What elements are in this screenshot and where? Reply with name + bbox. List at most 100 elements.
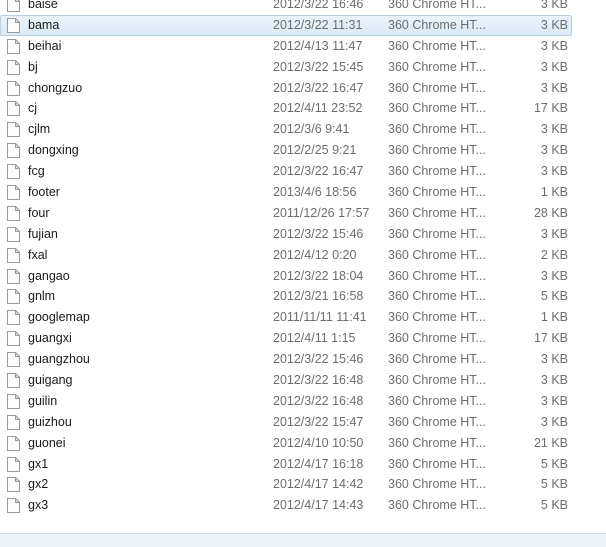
file-name: beihai: [28, 38, 62, 53]
file-type: 360 Chrome HT...: [388, 435, 486, 450]
file-row[interactable]: cj 2012/4/11 23:52 360 Chrome HT... 17 K…: [0, 98, 572, 119]
file-size: 3 KB: [540, 122, 568, 137]
file-size: 3 KB: [540, 226, 568, 241]
file-date-modified: 2012/2/25 9:21: [273, 143, 357, 158]
file-date-modified: 2012/3/6 9:41: [273, 122, 350, 137]
document-icon: [7, 289, 20, 305]
file-row[interactable]: guizhou 2012/3/22 15:47 360 Chrome HT...…: [0, 412, 572, 433]
file-row[interactable]: four 2011/12/26 17:57 360 Chrome HT... 2…: [0, 203, 572, 224]
file-row-selected[interactable]: bama 2012/3/22 11:31 360 Chrome HT... 3 …: [0, 14, 572, 36]
file-date-modified: 2012/3/22 15:46: [273, 352, 364, 367]
file-type: 360 Chrome HT...: [388, 122, 486, 137]
file-type: 360 Chrome HT...: [388, 17, 486, 32]
file-type: 360 Chrome HT...: [388, 184, 486, 199]
document-icon: [7, 498, 20, 514]
file-row[interactable]: baise 2012/3/22 16:46 360 Chrome HT... 3…: [0, 0, 572, 15]
file-date-modified: 2012/3/22 15:47: [273, 414, 364, 429]
file-row[interactable]: fcg 2012/3/22 16:47 360 Chrome HT... 3 K…: [0, 161, 572, 182]
file-name: gx1: [28, 456, 49, 471]
document-icon: [7, 456, 20, 472]
document-icon: [7, 393, 20, 409]
document-icon: [7, 38, 20, 54]
document-icon: [7, 164, 20, 180]
file-size: 3 KB: [540, 164, 568, 179]
file-row[interactable]: beihai 2012/4/13 11:47 360 Chrome HT... …: [0, 36, 572, 57]
file-date-modified: 2012/3/22 15:45: [273, 59, 364, 74]
file-type: 360 Chrome HT...: [388, 331, 486, 346]
file-name: guangzhou: [28, 352, 90, 367]
file-name: guangxi: [28, 331, 72, 346]
file-type: 360 Chrome HT...: [388, 268, 486, 283]
file-type: 360 Chrome HT...: [388, 372, 486, 387]
file-list-pane[interactable]: baise 2012/3/22 16:46 360 Chrome HT... 3…: [0, 0, 606, 547]
file-size: 3 KB: [540, 414, 568, 429]
file-name: guilin: [28, 393, 58, 408]
file-row[interactable]: chongzuo 2012/3/22 16:47 360 Chrome HT..…: [0, 78, 572, 99]
file-name: baise: [28, 0, 58, 11]
file-row[interactable]: gx2 2012/4/17 14:42 360 Chrome HT... 5 K…: [0, 474, 572, 495]
file-row[interactable]: googlemap 2011/11/11 11:41 360 Chrome HT…: [0, 307, 572, 328]
file-type: 360 Chrome HT...: [388, 477, 486, 492]
file-type: 360 Chrome HT...: [388, 0, 486, 11]
file-size: 3 KB: [540, 0, 568, 11]
document-icon: [7, 122, 20, 138]
file-size: 3 KB: [540, 59, 568, 74]
file-row[interactable]: guonei 2012/4/10 10:50 360 Chrome HT... …: [0, 433, 572, 454]
file-name: bama: [28, 17, 60, 32]
file-list[interactable]: baise 2012/3/22 16:46 360 Chrome HT... 3…: [0, 0, 606, 516]
file-name: cj: [28, 101, 38, 116]
file-name: chongzuo: [28, 80, 83, 95]
file-date-modified: 2012/4/10 10:50: [273, 435, 364, 450]
file-row[interactable]: fxal 2012/4/12 0:20 360 Chrome HT... 2 K…: [0, 245, 572, 266]
document-icon: [7, 268, 20, 284]
file-row[interactable]: footer 2013/4/6 18:56 360 Chrome HT... 1…: [0, 182, 572, 203]
file-name: gx3: [28, 498, 49, 513]
file-size: 3 KB: [540, 17, 568, 32]
file-name: gnlm: [28, 289, 56, 304]
file-size: 1 KB: [540, 184, 568, 199]
file-size: 3 KB: [540, 372, 568, 387]
document-icon: [7, 435, 20, 451]
document-icon: [7, 17, 20, 33]
file-type: 360 Chrome HT...: [388, 289, 486, 304]
file-row[interactable]: gx1 2012/4/17 16:18 360 Chrome HT... 5 K…: [0, 454, 572, 475]
file-type: 360 Chrome HT...: [388, 247, 486, 262]
file-row[interactable]: dongxing 2012/2/25 9:21 360 Chrome HT...…: [0, 140, 572, 161]
file-date-modified: 2012/4/13 11:47: [273, 38, 363, 53]
file-row[interactable]: guilin 2012/3/22 16:48 360 Chrome HT... …: [0, 391, 572, 412]
file-size: 5 KB: [540, 289, 568, 304]
file-date-modified: 2011/11/11 11:41: [273, 310, 367, 325]
file-type: 360 Chrome HT...: [388, 38, 486, 53]
file-type: 360 Chrome HT...: [388, 59, 486, 74]
file-size: 3 KB: [540, 38, 568, 53]
file-name: fujian: [28, 226, 58, 241]
file-row[interactable]: guigang 2012/3/22 16:48 360 Chrome HT...…: [0, 370, 572, 391]
file-type: 360 Chrome HT...: [388, 310, 486, 325]
file-row[interactable]: guangzhou 2012/3/22 15:46 360 Chrome HT.…: [0, 349, 572, 370]
file-name: guizhou: [28, 414, 72, 429]
file-row[interactable]: cjlm 2012/3/6 9:41 360 Chrome HT... 3 KB: [0, 119, 572, 140]
file-date-modified: 2012/4/12 0:20: [273, 247, 357, 262]
document-icon: [7, 331, 20, 347]
document-icon: [7, 247, 20, 263]
file-row[interactable]: gx3 2012/4/17 14:43 360 Chrome HT... 5 K…: [0, 495, 572, 516]
file-date-modified: 2013/4/6 18:56: [273, 184, 357, 199]
file-row[interactable]: gangao 2012/3/22 18:04 360 Chrome HT... …: [0, 266, 572, 287]
file-row[interactable]: fujian 2012/3/22 15:46 360 Chrome HT... …: [0, 224, 572, 245]
file-date-modified: 2012/4/11 1:15: [273, 331, 356, 346]
file-type: 360 Chrome HT...: [388, 80, 486, 95]
file-size: 17 KB: [533, 331, 568, 346]
document-icon: [7, 477, 20, 493]
document-icon: [7, 226, 20, 242]
file-date-modified: 2012/4/17 14:43: [273, 498, 364, 513]
file-date-modified: 2012/3/22 15:46: [273, 226, 364, 241]
file-row[interactable]: bj 2012/3/22 15:45 360 Chrome HT... 3 KB: [0, 57, 572, 78]
file-name: four: [28, 205, 50, 220]
file-type: 360 Chrome HT...: [388, 143, 486, 158]
file-type: 360 Chrome HT...: [388, 456, 486, 471]
document-icon: [7, 80, 20, 96]
file-row[interactable]: guangxi 2012/4/11 1:15 360 Chrome HT... …: [0, 328, 572, 349]
file-name: googlemap: [28, 310, 90, 325]
file-type: 360 Chrome HT...: [388, 226, 486, 241]
file-row[interactable]: gnlm 2012/3/21 16:58 360 Chrome HT... 5 …: [0, 286, 572, 307]
